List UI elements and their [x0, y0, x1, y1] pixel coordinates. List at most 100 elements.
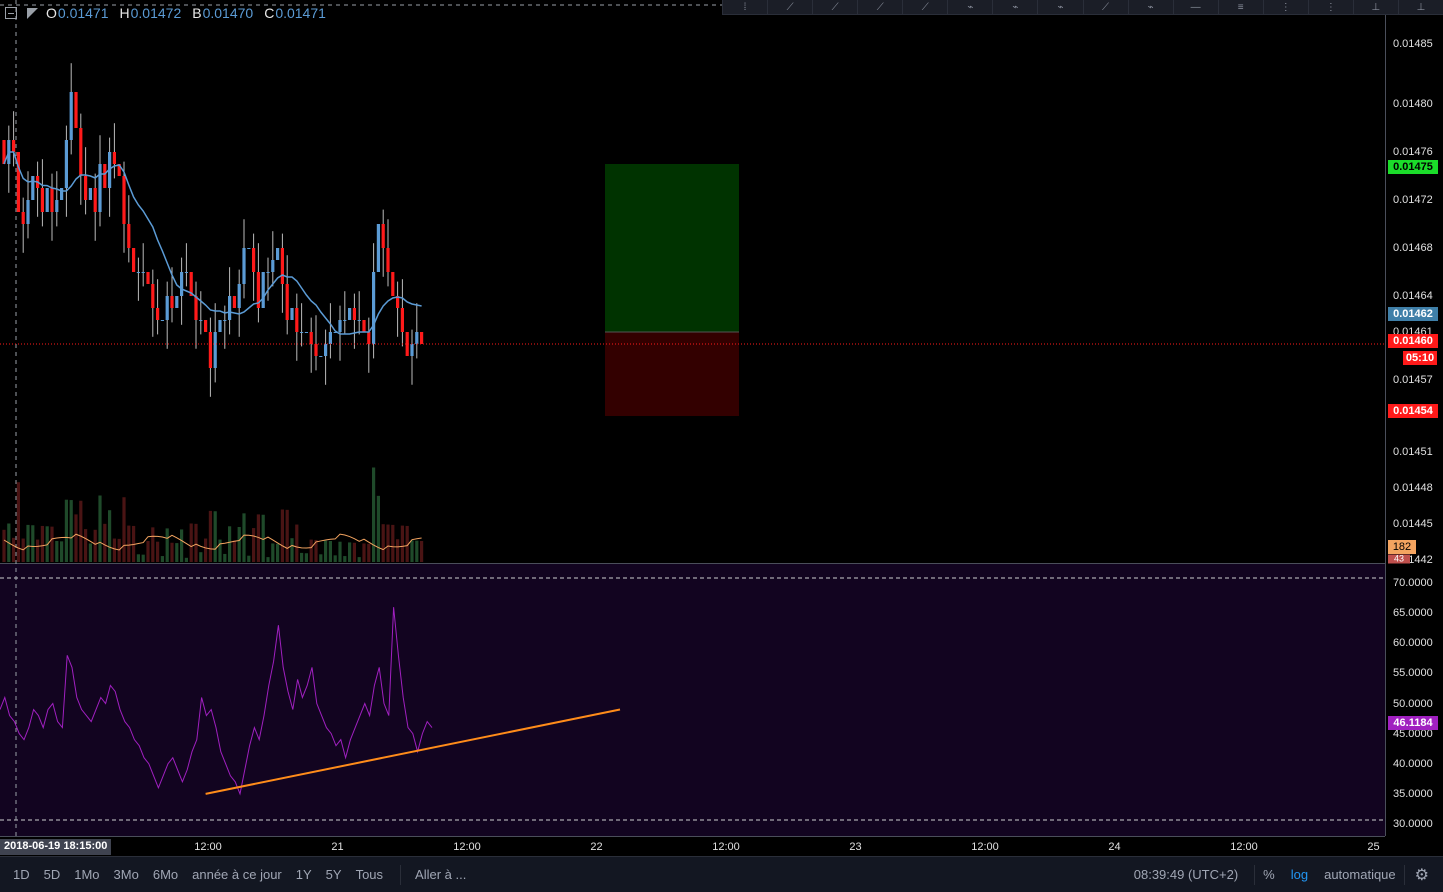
volume-bar [12, 537, 16, 562]
price-axis-label: 0.01448 [1393, 482, 1433, 494]
range-button[interactable]: 6Mo [146, 867, 185, 882]
fib-line-icon[interactable]: ⟋ [1082, 0, 1128, 14]
candle-body [362, 320, 366, 332]
volume-bar [415, 540, 419, 562]
volume-bar [189, 523, 193, 562]
time-axis-label: 21 [331, 841, 344, 853]
volume-bar [213, 511, 217, 562]
auto-toggle[interactable]: automatique [1316, 867, 1404, 882]
pitchfork-icon[interactable]: ⌁ [992, 0, 1037, 14]
ray-tool-icon[interactable]: ⟋ [812, 0, 857, 14]
volume-bar [242, 513, 246, 562]
volume-bar [84, 529, 88, 562]
volume-bar [400, 525, 404, 562]
volume-bar [271, 543, 275, 562]
candle-body [415, 332, 419, 344]
volume-bar [343, 556, 347, 562]
candle-body [45, 188, 49, 212]
info-line-icon[interactable]: ⌁ [1127, 0, 1173, 14]
candle-body [232, 296, 236, 308]
chart-plot[interactable] [0, 0, 1443, 856]
line-tool-icon[interactable]: ⟋ [767, 0, 812, 14]
candle-body [151, 284, 155, 308]
stop-loss-tag: 0.01454 [1388, 404, 1438, 418]
extended-line-icon[interactable]: ⟋ [857, 0, 902, 14]
parallel-channel-icon[interactable]: ≡ [1217, 0, 1263, 14]
candle-body [122, 176, 126, 224]
candle-body [112, 152, 116, 164]
time-axis-label: 22 [590, 841, 603, 853]
range-button[interactable]: Tous [349, 867, 390, 882]
volume-bar [60, 541, 64, 562]
goto-button[interactable]: Aller à ... [411, 867, 470, 882]
take-profit-zone[interactable] [605, 164, 739, 332]
candle-body [79, 128, 83, 176]
volume-bar [386, 524, 390, 562]
range-button[interactable]: année à ce jour [185, 867, 289, 882]
price-axis-label: 0.01451 [1393, 446, 1433, 458]
volume-bar [2, 529, 6, 562]
volume-bar [285, 509, 289, 562]
candle-body [348, 308, 352, 320]
candle-body [381, 224, 385, 248]
cursor-tool-icon[interactable]: ⁞ [722, 0, 767, 14]
volume-bar [170, 542, 174, 562]
log-toggle[interactable]: log [1283, 867, 1316, 882]
price-axis-label: 0.01445 [1393, 518, 1433, 530]
volume-bar [98, 495, 102, 562]
gann-icon[interactable]: ⊥ [1352, 0, 1398, 14]
percent-toggle[interactable]: % [1255, 867, 1283, 882]
candle-body [266, 272, 270, 273]
gear-icon[interactable]: ⚙ [1405, 865, 1443, 885]
volume-bar [391, 524, 395, 562]
ohlc-legend: O 0.01471 H 0.01472 B 0.01470 C 0.01471 [0, 0, 337, 26]
time-axis[interactable]: 2018-06-19 18:15:00 12:00 21 12:00 22 12:00 2… [0, 836, 1385, 856]
price-axis[interactable] [1385, 0, 1443, 836]
candle-body [141, 272, 145, 273]
high-label: H [119, 5, 130, 21]
candle-body [376, 224, 380, 272]
candle-body [204, 320, 208, 332]
volume-bar [26, 524, 30, 562]
volume-bar [151, 527, 155, 562]
drawing-toolbar: ⁞ ⟋ ⟋ ⟋ ⟋ ⌁ ⌁ ⌁ ⟋ ⌁ — ≡ ⋮ ⋮ ⊥ ⊥ [722, 0, 1443, 15]
vertical-line-icon[interactable]: ⋮ [1262, 0, 1308, 14]
volume-bar [300, 552, 304, 562]
flag-icon[interactable] [27, 7, 38, 19]
regression-icon[interactable]: ⋮ [1307, 0, 1353, 14]
range-button[interactable]: 1D [6, 867, 37, 882]
candle-body [352, 308, 356, 320]
candle-body [88, 188, 92, 200]
range-button[interactable]: 1Mo [67, 867, 106, 882]
volume-bar [319, 554, 323, 562]
candle-body [367, 332, 371, 344]
path-tool-icon[interactable]: ⌁ [947, 0, 992, 14]
range-button[interactable]: 5D [37, 867, 68, 882]
range-button[interactable]: 1Y [289, 867, 319, 882]
range-button[interactable]: 3Mo [107, 867, 146, 882]
trend-angle-icon[interactable]: ⟋ [902, 0, 947, 14]
horizontal-ray-icon[interactable]: — [1172, 0, 1218, 14]
candle-body [55, 200, 59, 212]
volume-bar [237, 527, 241, 562]
volume-bar [232, 540, 236, 562]
volume-bar [175, 543, 179, 562]
collapse-icon[interactable] [5, 7, 17, 19]
stop-loss-zone[interactable] [605, 332, 739, 416]
volume-bar [180, 529, 184, 562]
candle-body [156, 308, 160, 320]
volume-bar [381, 524, 385, 562]
cross-line-icon[interactable]: ⊥ [1397, 0, 1443, 14]
volume-bar [112, 538, 116, 562]
volume-bar [348, 542, 352, 562]
channel-icon[interactable]: ⌁ [1037, 0, 1082, 14]
rsi-axis-label: 55.0000 [1393, 667, 1433, 680]
volume-bar [208, 510, 212, 562]
range-button[interactable]: 5Y [319, 867, 349, 882]
price-axis-label: 0.01464 [1393, 290, 1433, 302]
volume-bar [218, 539, 222, 562]
volume-bar [396, 539, 400, 562]
volume-bar [338, 541, 342, 562]
candle-body [103, 164, 107, 188]
time-axis-label: 12:00 [1230, 841, 1258, 853]
